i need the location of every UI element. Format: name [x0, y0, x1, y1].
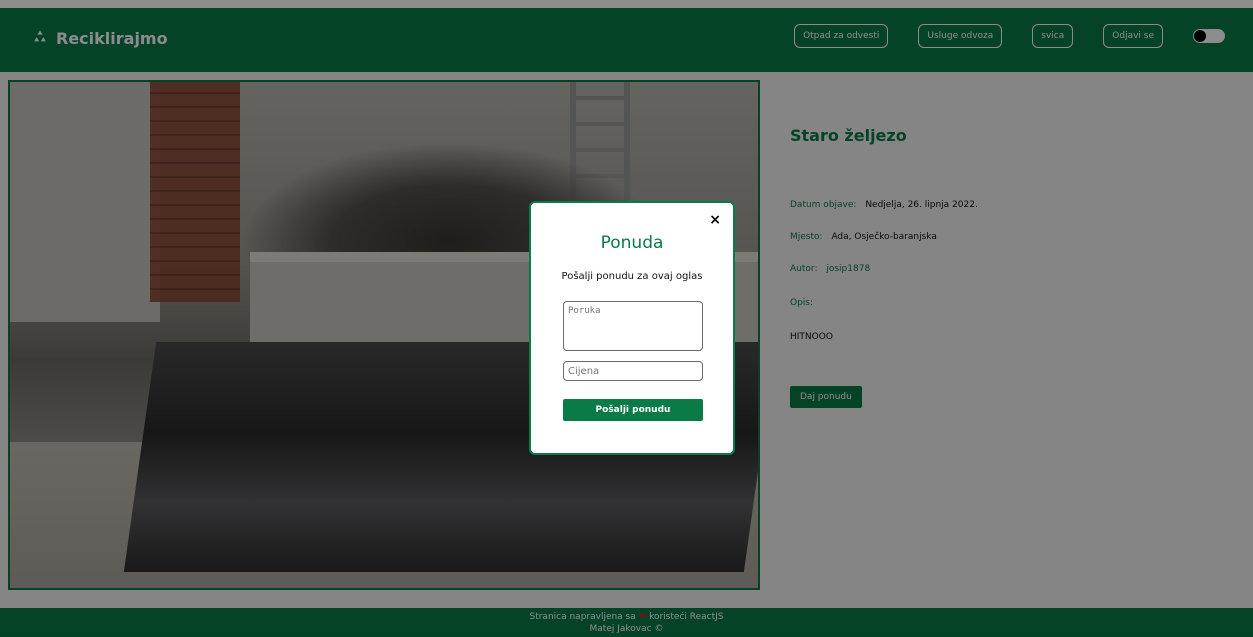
modal-title: Ponuda	[600, 233, 664, 253]
modal-subtitle: Pošalji ponudu za ovaj oglas	[561, 271, 703, 282]
message-input[interactable]	[563, 301, 703, 351]
price-input[interactable]	[563, 361, 703, 381]
offer-modal: × Ponuda Pošalji ponudu za ovaj oglas Po…	[529, 201, 735, 455]
send-offer-button[interactable]: Pošalji ponudu	[563, 399, 703, 421]
close-icon[interactable]: ×	[709, 213, 721, 227]
